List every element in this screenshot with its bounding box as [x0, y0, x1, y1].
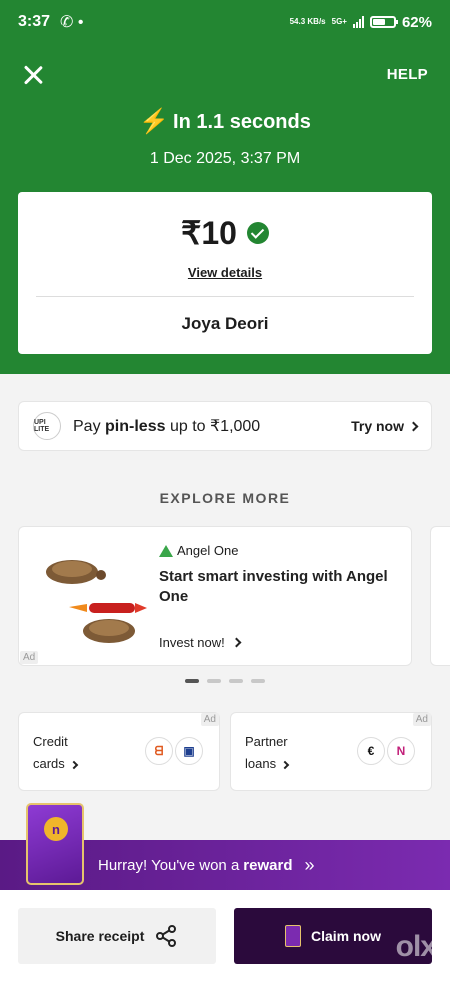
battery-percent: 62%: [401, 13, 432, 31]
turtle-icon: [46, 560, 106, 584]
invest-now-button[interactable]: Invest now!: [159, 635, 242, 650]
angel-one-ad-card[interactable]: Angel One Start smart investing with Ang…: [18, 526, 412, 666]
ad-brand: Angel One: [159, 543, 238, 558]
amount-card: ₹10 View details Joya Deori: [18, 192, 432, 354]
amount-value: ₹10: [181, 215, 237, 251]
pinless-text: Pay pin-less up to ₹1,000: [73, 416, 260, 436]
hdfc-logo-icon: ▣: [175, 737, 203, 765]
explore-heading: EXPLORE MORE: [159, 490, 291, 506]
share-icon: [156, 925, 177, 947]
network-speed: 54.3 KB/s: [289, 17, 326, 26]
share-receipt-label: Share receipt: [55, 928, 145, 944]
reward-card-icon: [284, 925, 301, 947]
payment-speed: ⚡ In 1.1 seconds: [0, 110, 450, 134]
claim-now-label: Claim now: [310, 928, 381, 944]
payment-amount: ₹10: [18, 214, 432, 252]
double-chevron-icon: »: [304, 854, 315, 875]
pager-dot[interactable]: [185, 679, 199, 683]
credit-cards-line1: Credit: [33, 734, 68, 749]
ad-brand-name: Angel One: [177, 543, 239, 558]
lightning-icon: ⚡: [139, 108, 170, 135]
pager-dot[interactable]: [251, 679, 265, 683]
recipient-name: Joya Deori: [181, 314, 269, 333]
bank-logos: ᗺ ▣: [145, 737, 203, 765]
call-icon: ✆ •: [60, 14, 84, 31]
chevron-right-icon: [408, 421, 419, 431]
ad-title: Start smart investing with Angel One: [159, 568, 388, 605]
share-receipt-button[interactable]: Share receipt: [18, 908, 216, 964]
credit-cards-line2: cards: [33, 756, 65, 771]
partner-loans-label: Partner loans: [245, 731, 290, 775]
carousel-pager: [0, 679, 450, 683]
partner-loans-line1: Partner: [245, 734, 288, 749]
pager-dot[interactable]: [229, 679, 243, 683]
ad-tag: Ad: [20, 651, 39, 664]
try-now-button[interactable]: Try now: [351, 418, 419, 434]
ad-tag: Ad: [412, 713, 431, 726]
upi-lite-logo: UPI LITE: [33, 412, 61, 440]
divider: [36, 296, 414, 297]
battery-icon: [369, 16, 398, 28]
network-type: 5G+: [331, 17, 347, 26]
success-check-icon: [246, 222, 269, 244]
reward-card-icon: n: [26, 803, 84, 885]
signal-icon: [352, 16, 364, 28]
status-bar: 3:37 ✆ • 54.3 KB/s 5G+ 62%: [0, 0, 450, 44]
reward-text: Hurray! You've won a: [98, 856, 240, 874]
partner-loans-line2: loans: [245, 756, 277, 771]
lender-logo-icon: €: [357, 737, 385, 765]
next-ad-card[interactable]: [430, 526, 450, 666]
payment-datetime: 1 Dec 2025, 3:37 PM: [149, 150, 301, 167]
chevron-right-icon: [231, 637, 242, 648]
credit-cards-label: Credit cards: [33, 731, 79, 775]
chevron-right-icon: [69, 760, 79, 770]
pinless-bold: pin-less: [105, 418, 166, 435]
speed-text: In 1.1 seconds: [173, 110, 311, 133]
invest-now-label: Invest now!: [159, 635, 225, 650]
coin-icon: n: [44, 817, 68, 841]
upi-lite-banner[interactable]: UPI LITE Pay pin-less up to ₹1,000 Try n…: [18, 401, 432, 451]
lender-logos: € N: [357, 737, 415, 765]
status-time: 3:37: [18, 13, 51, 30]
olx-watermark: olx: [395, 930, 437, 963]
close-icon[interactable]: [20, 62, 46, 88]
help-button[interactable]: HELP: [387, 66, 428, 83]
chevron-right-icon: [280, 760, 290, 770]
partner-loans-card[interactable]: Partner loans € N Ad: [230, 712, 432, 791]
pinless-prefix: Pay: [73, 418, 101, 435]
credit-cards-card[interactable]: Credit cards ᗺ ▣ Ad: [18, 712, 220, 791]
lender-logo-icon: N: [387, 737, 415, 765]
ad-tag: Ad: [200, 713, 219, 726]
rocket-turtle-icon: [69, 603, 147, 643]
pager-dot[interactable]: [207, 679, 221, 683]
try-now-label: Try now: [351, 418, 404, 434]
angel-one-logo-icon: [159, 544, 173, 557]
bottom-action-bar: Share receipt Claim now: [0, 890, 450, 1000]
bob-logo-icon: ᗺ: [145, 737, 173, 765]
reward-bold: reward: [243, 856, 293, 874]
view-details-link[interactable]: View details: [18, 265, 432, 280]
pinless-suffix: up to ₹1,000: [169, 418, 261, 435]
